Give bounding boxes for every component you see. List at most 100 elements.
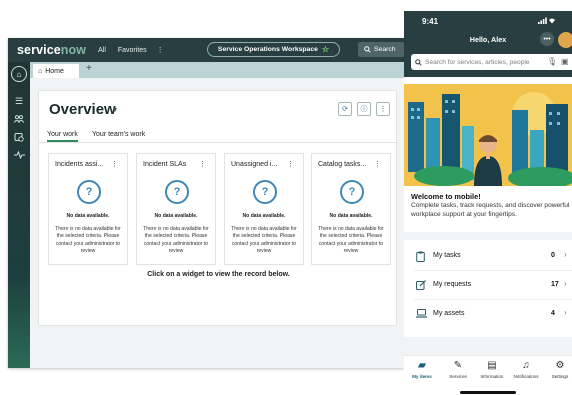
nav-notifications[interactable]: ♫ Notifications bbox=[509, 360, 543, 379]
hero-illustration bbox=[404, 84, 572, 186]
screen: servicenow All Favorites ⋮ Service Opera… bbox=[0, 0, 572, 395]
mobile-header: 9:41 Hello, Alex ••• Search for services… bbox=[404, 11, 572, 77]
widget-card[interactable]: Incident SLAs ⋮ ? No data available. The… bbox=[136, 153, 216, 265]
widget-hint: Click on a widget to view the record bel… bbox=[147, 271, 290, 278]
overview-panel: Overview ▾ ⟳ ⓘ ⋮ Your work Your team's w… bbox=[38, 90, 398, 326]
search-icon bbox=[415, 58, 422, 66]
nav-settings[interactable]: ⚙ Settings bbox=[543, 360, 572, 379]
people-icon[interactable] bbox=[12, 112, 26, 126]
list-item[interactable]: My assets 4 › bbox=[414, 301, 572, 329]
edit-icon bbox=[416, 280, 426, 291]
nav-services[interactable]: ✎ Services bbox=[441, 360, 475, 379]
edit-icon: ✎ bbox=[453, 360, 463, 371]
no-data-message: There is no data available for the selec… bbox=[231, 226, 297, 255]
chevron-down-icon[interactable]: ▾ bbox=[113, 105, 117, 114]
question-icon: ? bbox=[165, 180, 189, 204]
calendar-clock-icon[interactable] bbox=[12, 130, 26, 144]
home-indicator bbox=[460, 391, 516, 394]
home-icon[interactable]: ⌂ bbox=[11, 66, 27, 82]
no-data-text: No data available. bbox=[154, 213, 198, 219]
nav-information[interactable]: ▤ Information bbox=[475, 360, 509, 379]
more-icon[interactable]: ⋮ bbox=[287, 160, 294, 168]
no-data-text: No data available. bbox=[66, 213, 110, 219]
widget-card[interactable]: Incidents assi... ⋮ ? No data available.… bbox=[48, 153, 128, 265]
question-icon: ? bbox=[340, 180, 364, 204]
list-icon[interactable]: ☰ bbox=[12, 94, 26, 108]
info-icon[interactable]: ⓘ bbox=[357, 102, 371, 116]
widget-title: Unassigned i... bbox=[231, 161, 278, 168]
widget-card[interactable]: Unassigned i... ⋮ ? No data available. T… bbox=[224, 153, 304, 265]
no-data-message: There is no data available for the selec… bbox=[318, 226, 384, 255]
question-icon: ? bbox=[253, 180, 277, 204]
no-data-message: There is no data available for the selec… bbox=[143, 226, 209, 255]
nav-my-items[interactable]: ▰ My items bbox=[405, 360, 439, 379]
mobile-screen: 9:41 Hello, Alex ••• Search for services… bbox=[404, 11, 572, 395]
gear-icon: ⚙ bbox=[555, 360, 565, 371]
section-divider bbox=[404, 337, 572, 355]
clipboard-icon bbox=[416, 251, 426, 262]
nav-label: Information bbox=[480, 374, 504, 379]
page-title: Overview bbox=[49, 101, 116, 118]
row-count: 0 bbox=[551, 252, 555, 259]
tab-home-label: Home bbox=[45, 67, 64, 75]
nav-favorites[interactable]: Favorites bbox=[118, 47, 147, 54]
servicenow-logo[interactable]: servicenow bbox=[17, 43, 86, 57]
row-count: 4 bbox=[551, 310, 555, 317]
widget-card[interactable]: Catalog tasks... ⋮ ? No data available. … bbox=[311, 153, 391, 265]
refresh-icon[interactable]: ⟳ bbox=[338, 102, 352, 116]
row-label: My tasks bbox=[433, 252, 461, 259]
more-icon[interactable]: ⋮ bbox=[111, 160, 118, 168]
tab-your-work[interactable]: Your work bbox=[47, 131, 78, 142]
tab-bar: ⌂ Home + bbox=[30, 62, 404, 78]
search-placeholder: Search for services, articles, people bbox=[425, 58, 530, 66]
row-label: My assets bbox=[433, 310, 465, 317]
widget-title: Incident SLAs bbox=[143, 161, 187, 168]
question-icon: ? bbox=[77, 180, 101, 204]
chevron-right-icon: › bbox=[564, 308, 567, 317]
chevron-right-icon: › bbox=[564, 279, 567, 288]
top-header: servicenow All Favorites ⋮ Service Opera… bbox=[8, 38, 404, 62]
list-item[interactable]: My requests 17 › bbox=[414, 272, 572, 300]
chevron-right-icon: › bbox=[564, 250, 567, 259]
no-data-message: There is no data available for the selec… bbox=[55, 226, 121, 255]
nav-label: Notifications bbox=[513, 374, 539, 379]
side-rail: ⌂ ☰ bbox=[8, 62, 30, 368]
no-data-text: No data available. bbox=[242, 213, 286, 219]
search-button[interactable]: Search bbox=[358, 42, 404, 57]
avatar[interactable] bbox=[558, 32, 572, 48]
nav-more-icon[interactable]: ⋮ bbox=[157, 46, 164, 54]
more-icon[interactable]: ••• bbox=[540, 32, 554, 46]
no-data-text: No data available. bbox=[329, 213, 373, 219]
row-count: 17 bbox=[551, 281, 559, 288]
star-icon[interactable]: ☆ bbox=[322, 45, 329, 54]
workspace-switcher[interactable]: Service Operations Workspace ☆ bbox=[207, 42, 340, 57]
camera-icon[interactable]: ▣ bbox=[561, 57, 569, 66]
row-label: My requests bbox=[433, 281, 472, 288]
search-label: Search bbox=[374, 46, 396, 53]
tab-team-work[interactable]: Your team's work bbox=[92, 131, 145, 138]
bottom-nav: ▰ My items ✎ Services ▤ Information ♫ No… bbox=[404, 355, 572, 395]
signal-wifi-icon bbox=[538, 17, 560, 26]
section-divider bbox=[404, 232, 572, 240]
welcome-text: Complete tasks, track requests, and disc… bbox=[411, 202, 570, 218]
bell-icon: ♫ bbox=[522, 360, 530, 371]
nav-label: Services bbox=[449, 374, 467, 379]
more-icon[interactable]: ⋮ bbox=[374, 160, 381, 168]
nav-all[interactable]: All bbox=[98, 47, 106, 54]
list-item[interactable]: My tasks 0 › bbox=[414, 243, 572, 271]
tab-home[interactable]: ⌂ Home bbox=[33, 64, 79, 78]
nav-label: My items bbox=[412, 374, 432, 379]
search-icon bbox=[364, 46, 371, 53]
desktop-window: servicenow All Favorites ⋮ Service Opera… bbox=[8, 38, 404, 368]
welcome-title: Welcome to mobile! bbox=[411, 192, 481, 201]
more-icon[interactable]: ⋮ bbox=[376, 102, 390, 116]
more-icon[interactable]: ⋮ bbox=[199, 160, 206, 168]
add-tab-button[interactable]: + bbox=[86, 63, 92, 74]
microphone-icon[interactable]: 🎙 bbox=[547, 57, 557, 66]
workspace-label: Service Operations Workspace bbox=[217, 46, 318, 53]
widget-title: Incidents assi... bbox=[55, 161, 104, 168]
document-icon: ▤ bbox=[487, 360, 497, 371]
home-tab-icon: ⌂ bbox=[38, 67, 43, 75]
nav-label: Settings bbox=[551, 374, 569, 379]
activity-icon[interactable] bbox=[12, 148, 26, 162]
